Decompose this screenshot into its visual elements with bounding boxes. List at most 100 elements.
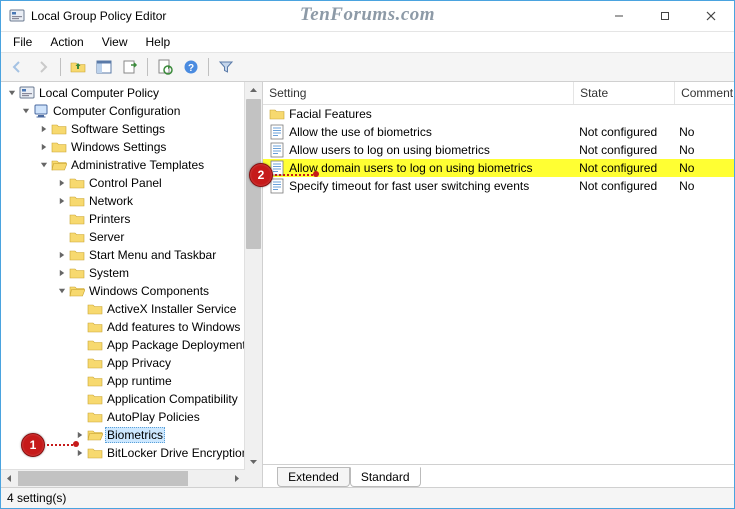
tree-system[interactable]: System — [3, 264, 262, 282]
tree-root[interactable]: Local Computer Policy — [3, 84, 262, 102]
tree-label: AutoPlay Policies — [106, 410, 201, 424]
tree-windows-components[interactable]: Windows Components — [3, 282, 262, 300]
tree-control-panel[interactable]: Control Panel — [3, 174, 262, 192]
list-row[interactable]: Allow the use of biometricsNot configure… — [263, 123, 734, 141]
show-hide-tree-button[interactable] — [92, 55, 116, 79]
folder-icon — [69, 211, 85, 227]
tree-label: App Privacy — [106, 356, 172, 370]
tree-app-privacy[interactable]: App Privacy — [3, 354, 262, 372]
scroll-down-icon[interactable] — [245, 453, 262, 470]
titlebar[interactable]: Local Group Policy Editor TenForums.com — [1, 1, 734, 32]
comment-text: No — [679, 125, 694, 139]
list-row[interactable]: Facial Features — [263, 105, 734, 123]
expand-icon[interactable] — [55, 248, 69, 262]
menu-action[interactable]: Action — [42, 34, 91, 50]
help-button[interactable]: ? — [179, 55, 203, 79]
tree-label: Server — [88, 230, 125, 244]
settings-list[interactable]: Setting State Comment Facial Features All… — [263, 82, 734, 464]
statusbar: 4 setting(s) — [1, 487, 734, 508]
scroll-left-icon[interactable] — [1, 470, 18, 487]
comment-text: No — [679, 179, 694, 193]
tree-label: Software Settings — [70, 122, 166, 136]
folder-icon — [69, 175, 85, 191]
col-state[interactable]: State — [574, 82, 675, 104]
expand-icon[interactable] — [55, 194, 69, 208]
expand-icon[interactable] — [55, 284, 69, 298]
tree-scrollbar-h[interactable] — [1, 469, 245, 487]
tree-server[interactable]: Server — [3, 228, 262, 246]
tree-windows-settings[interactable]: Windows Settings — [3, 138, 262, 156]
tree-computer-config[interactable]: Computer Configuration — [3, 102, 262, 120]
tree-label: Application Compatibility — [106, 392, 239, 406]
menu-file[interactable]: File — [5, 34, 40, 50]
comment-text: No — [679, 143, 694, 157]
folder-icon — [51, 139, 67, 155]
close-button[interactable] — [688, 1, 734, 31]
tree-label: ActiveX Installer Service — [106, 302, 237, 316]
scroll-right-icon[interactable] — [228, 470, 245, 487]
tree-label: Windows Components — [88, 284, 210, 298]
scroll-up-icon[interactable] — [245, 82, 262, 99]
list-row[interactable]: Allow users to log on using biometricsNo… — [263, 141, 734, 159]
refresh-button[interactable] — [153, 55, 177, 79]
policy-icon — [269, 124, 285, 140]
expand-icon[interactable] — [73, 446, 87, 460]
folder-icon — [87, 445, 103, 461]
tab-standard[interactable]: Standard — [350, 467, 421, 487]
expand-icon[interactable] — [5, 86, 19, 100]
forward-button[interactable] — [31, 55, 55, 79]
menu-view[interactable]: View — [94, 34, 136, 50]
tree-label: Printers — [88, 212, 131, 226]
tab-extended[interactable]: Extended — [277, 467, 350, 487]
tree-label: System — [88, 266, 130, 280]
tree-start-menu-taskbar[interactable]: Start Menu and Taskbar — [3, 246, 262, 264]
svg-text:?: ? — [188, 63, 194, 74]
col-comment[interactable]: Comment — [675, 82, 734, 104]
policy-tree[interactable]: Local Computer Policy Computer Configura… — [1, 82, 262, 464]
tree-app-package[interactable]: App Package Deployment — [3, 336, 262, 354]
filter-button[interactable] — [214, 55, 238, 79]
list-row[interactable]: Specify timeout for fast user switching … — [263, 177, 734, 195]
tree-app-runtime[interactable]: App runtime — [3, 372, 262, 390]
expand-icon[interactable] — [55, 266, 69, 280]
expand-icon[interactable] — [37, 158, 51, 172]
folder-icon — [87, 301, 103, 317]
tree-label: Add features to Windows 10 — [106, 320, 258, 334]
list-header: Setting State Comment — [263, 82, 734, 105]
expand-icon[interactable] — [73, 428, 87, 442]
tree-add-features[interactable]: Add features to Windows 10 — [3, 318, 262, 336]
tree-label: Windows Settings — [70, 140, 167, 154]
folder-icon — [69, 229, 85, 245]
tree-label: App Package Deployment — [106, 338, 247, 352]
expand-icon[interactable] — [55, 176, 69, 190]
tree-label: App runtime — [106, 374, 173, 388]
tree-autoplay[interactable]: AutoPlay Policies — [3, 408, 262, 426]
expand-icon[interactable] — [37, 122, 51, 136]
tree-label: Computer Configuration — [52, 104, 181, 118]
export-list-button[interactable] — [118, 55, 142, 79]
back-button[interactable] — [5, 55, 29, 79]
menu-help[interactable]: Help — [138, 34, 179, 50]
tree-admin-templates[interactable]: Administrative Templates — [3, 156, 262, 174]
folder-icon — [87, 409, 103, 425]
tree-label: Local Computer Policy — [38, 86, 160, 100]
tree-printers[interactable]: Printers — [3, 210, 262, 228]
scroll-thumb[interactable] — [18, 471, 188, 486]
tree-activex-installer[interactable]: ActiveX Installer Service — [3, 300, 262, 318]
tree-scrollbar-v[interactable] — [244, 82, 262, 470]
folder-icon — [269, 106, 285, 122]
minimize-button[interactable] — [596, 1, 642, 31]
setting-text: Facial Features — [289, 107, 372, 121]
tree-software-settings[interactable]: Software Settings — [3, 120, 262, 138]
status-text: 4 setting(s) — [7, 491, 66, 505]
up-folder-button[interactable] — [66, 55, 90, 79]
maximize-button[interactable] — [642, 1, 688, 31]
expand-icon[interactable] — [37, 140, 51, 154]
folder-icon — [87, 319, 103, 335]
list-row[interactable]: Allow domain users to log on using biome… — [263, 159, 734, 177]
folder-open-icon — [69, 283, 85, 299]
tree-app-compat[interactable]: Application Compatibility — [3, 390, 262, 408]
col-setting[interactable]: Setting — [263, 82, 574, 104]
tree-network[interactable]: Network — [3, 192, 262, 210]
expand-icon[interactable] — [19, 104, 33, 118]
